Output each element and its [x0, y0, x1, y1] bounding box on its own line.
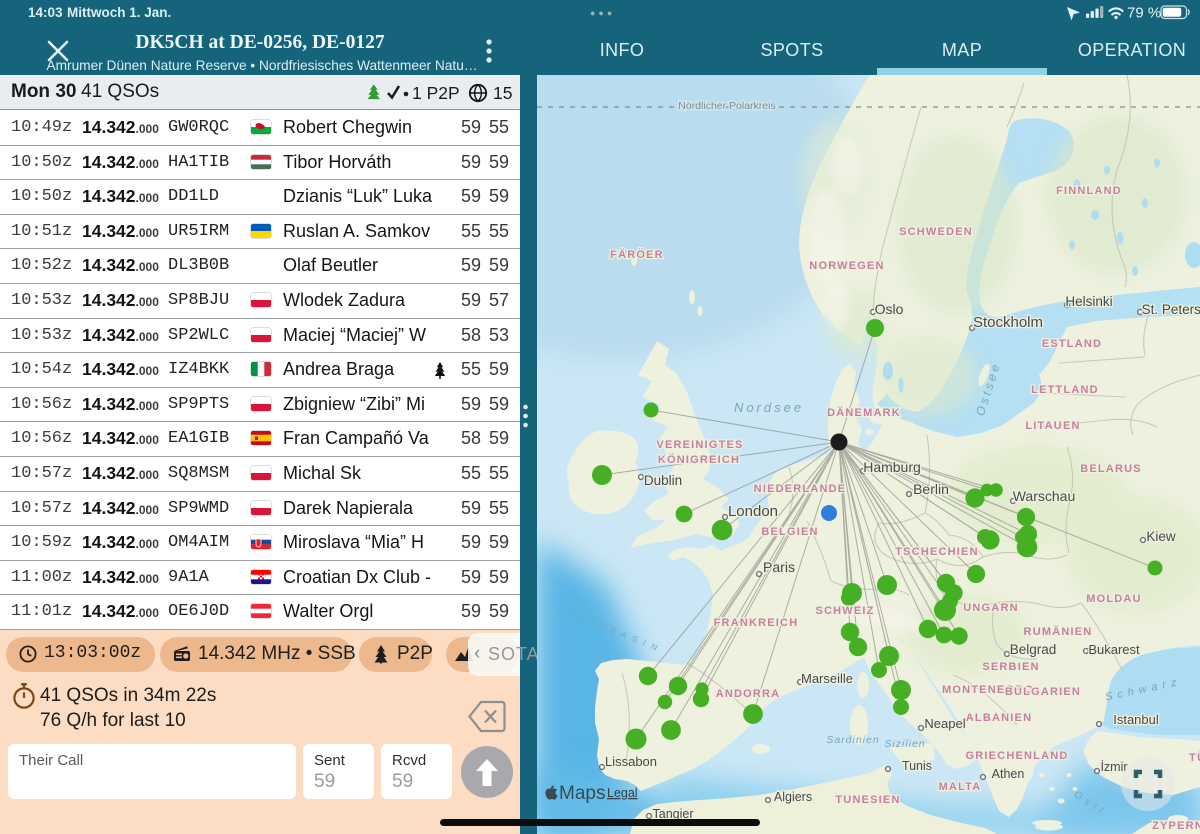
svg-text:LITAUEN: LITAUEN — [1025, 420, 1080, 432]
svg-text:Belgrad: Belgrad — [1010, 642, 1057, 657]
svg-text:Bukarest: Bukarest — [1088, 642, 1140, 657]
svg-text:Neapel: Neapel — [924, 716, 965, 731]
svg-text:GRIECHENLAND: GRIECHENLAND — [965, 750, 1068, 762]
svg-text:ESTLAND: ESTLAND — [1042, 338, 1102, 350]
svg-text:Berlin: Berlin — [913, 481, 949, 497]
svg-text:Stockholm: Stockholm — [973, 314, 1043, 331]
svg-text:Marseille: Marseille — [801, 671, 853, 686]
svg-text:Hamburg: Hamburg — [863, 459, 921, 475]
svg-text:VEREINIGTES: VEREINIGTES — [656, 439, 743, 451]
svg-text:Tunis: Tunis — [902, 759, 932, 773]
svg-text:Nördlicher Polarkreis: Nördlicher Polarkreis — [678, 100, 775, 112]
svg-text:79 %: 79 % — [1127, 5, 1161, 22]
svg-text:TSCHECHIEN: TSCHECHIEN — [895, 546, 979, 558]
svg-text:Istanbul: Istanbul — [1113, 712, 1159, 727]
svg-text:Maps: Maps — [559, 783, 605, 804]
svg-text:FÄRÖER: FÄRÖER — [610, 248, 664, 261]
svg-text:RUMÄNIEN: RUMÄNIEN — [1024, 625, 1093, 638]
svg-text:Sardinien: Sardinien — [826, 734, 879, 746]
svg-text:Oslo: Oslo — [875, 301, 904, 317]
svg-text:TUNESIEN: TUNESIEN — [835, 794, 900, 806]
svg-text:Helsinki: Helsinki — [1065, 294, 1112, 309]
svg-text:SCHWEDEN: SCHWEDEN — [899, 226, 973, 238]
svg-text:Paris: Paris — [763, 559, 795, 575]
svg-text:St. Petersb: St. Petersb — [1142, 302, 1200, 317]
svg-text:BELARUS: BELARUS — [1080, 463, 1142, 475]
svg-text:FRANKREICH: FRANKREICH — [714, 617, 799, 629]
svg-text:London: London — [728, 503, 778, 520]
svg-text:ANDORRA: ANDORRA — [716, 688, 781, 700]
svg-text:SERBIEN: SERBIEN — [982, 661, 1039, 673]
svg-text:Nordsee: Nordsee — [734, 400, 804, 415]
svg-text:LETTLAND: LETTLAND — [1031, 384, 1099, 396]
svg-text:Legal: Legal — [607, 786, 638, 800]
svg-text:SCHWEIZ: SCHWEIZ — [815, 605, 874, 617]
svg-text:İzmir: İzmir — [1100, 760, 1127, 774]
svg-text:FINNLAND: FINNLAND — [1056, 185, 1122, 197]
svg-text:Sizilien: Sizilien — [884, 738, 925, 750]
svg-text:1 P2P: 1 P2P — [412, 83, 460, 103]
svg-text:BELGIEN: BELGIEN — [761, 526, 818, 538]
svg-text:Lissabon: Lissabon — [605, 754, 657, 769]
svg-text:UNGARN: UNGARN — [963, 602, 1018, 614]
svg-text:Kiew: Kiew — [1146, 529, 1176, 544]
svg-text:KÖNIGREICH: KÖNIGREICH — [658, 453, 740, 466]
svg-text:NORWEGEN: NORWEGEN — [809, 260, 884, 272]
svg-text:15: 15 — [493, 83, 512, 103]
svg-text:Warschau: Warschau — [1013, 488, 1076, 504]
svg-text:NIEDERLANDE: NIEDERLANDE — [754, 483, 847, 495]
svg-text:MALTA: MALTA — [939, 781, 982, 793]
svg-text:Dublin: Dublin — [644, 473, 682, 488]
svg-text:BULGARIEN: BULGARIEN — [1005, 686, 1081, 698]
svg-text:DÄNEMARK: DÄNEMARK — [827, 406, 901, 419]
svg-text:TÜ: TÜ — [1189, 751, 1200, 764]
svg-text:ZYPERN: ZYPERN — [1152, 820, 1200, 832]
svg-text:Athen: Athen — [992, 767, 1025, 781]
svg-text:MOLDAU: MOLDAU — [1086, 593, 1141, 605]
svg-text:ALBANIEN: ALBANIEN — [966, 712, 1032, 724]
svg-text:Algiers: Algiers — [774, 790, 812, 804]
